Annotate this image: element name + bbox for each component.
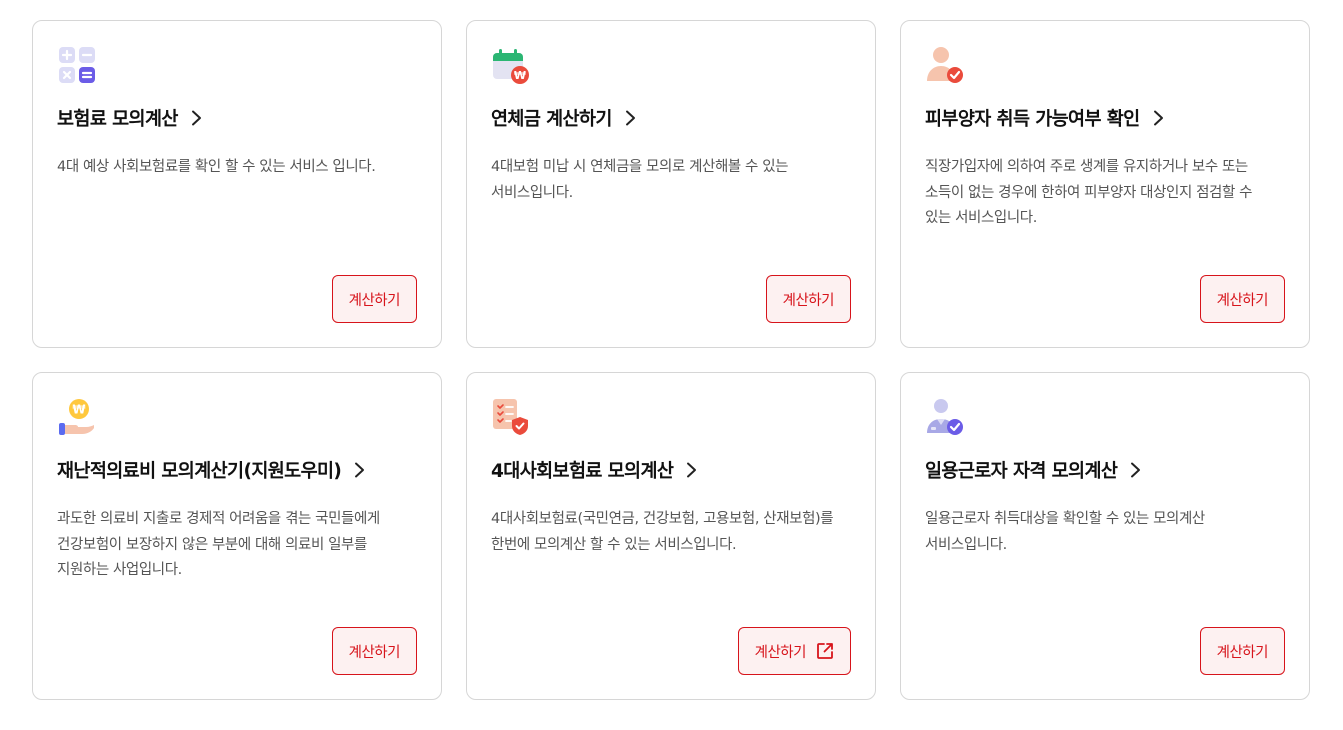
card-daily-worker-calc: 일용근로자 자격 모의계산 일용근로자 취득대상을 확인할 수 있는 모의계산 …: [900, 372, 1310, 700]
card-four-insurance-calc: 4대사회보험료 모의계산 4대사회보험료(국민연금, 건강보험, 고용보험, 산…: [466, 372, 876, 700]
chevron-right-icon: [1153, 110, 1163, 126]
service-card-grid: 보험료 모의계산 4대 예상 사회보험료를 확인 할 수 있는 서비스 입니다.…: [32, 20, 1310, 700]
card-title: 4대사회보험료 모의계산: [491, 461, 674, 482]
svg-text:₩: ₩: [514, 69, 526, 82]
card-description: 4대 예상 사회보험료를 확인 할 수 있는 서비스 입니다.: [57, 159, 376, 175]
card-title: 보험료 모의계산: [57, 109, 178, 130]
card-description: 4대보험 미납 시 연체금을 모의로 계산해볼 수 있는 서비스입니다.: [491, 159, 789, 201]
card-description: 4대사회보험료(국민연금, 건강보험, 고용보험, 산재보험)를 한번에 모의계…: [491, 511, 834, 553]
calculate-button-label: 계산하기: [782, 292, 835, 309]
calculate-external-button[interactable]: 계산하기: [737, 627, 851, 675]
calculate-button[interactable]: 계산하기: [1199, 275, 1285, 323]
card-title-link[interactable]: 연체금 계산하기: [491, 105, 851, 131]
external-link-icon: [817, 643, 833, 659]
calculate-button-label: 계산하기: [754, 644, 807, 661]
svg-text:₩: ₩: [72, 403, 86, 417]
chevron-right-icon: [355, 462, 365, 478]
chevron-right-icon: [1131, 462, 1141, 478]
calculate-button[interactable]: 계산하기: [331, 627, 417, 675]
card-description: 일용근로자 취득대상을 확인할 수 있는 모의계산 서비스입니다.: [925, 511, 1205, 553]
chevron-right-icon: [625, 110, 635, 126]
card-title: 연체금 계산하기: [491, 109, 612, 130]
card-dependent-check: 피부양자 취득 가능여부 확인 직장가입자에 의하여 주로 생계를 유지하거나 …: [900, 20, 1310, 348]
card-title-link[interactable]: 보험료 모의계산: [57, 105, 417, 131]
card-title: 일용근로자 자격 모의계산: [925, 461, 1118, 482]
chevron-right-icon: [687, 462, 697, 478]
calendar-won-icon: ₩: [493, 49, 529, 84]
person-check-icon: [927, 47, 963, 83]
card-premium-calc: 보험료 모의계산 4대 예상 사회보험료를 확인 할 수 있는 서비스 입니다.…: [32, 20, 442, 348]
document-shield-icon: [493, 399, 528, 435]
calculator-icon: [59, 47, 95, 83]
card-title-link[interactable]: 일용근로자 자격 모의계산: [925, 457, 1285, 483]
calculate-button-label: 계산하기: [1216, 644, 1269, 661]
card-title-link[interactable]: 피부양자 취득 가능여부 확인: [925, 105, 1285, 131]
card-title-link[interactable]: 재난적의료비 모의계산기(지원도우미): [57, 457, 417, 483]
card-title: 피부양자 취득 가능여부 확인: [925, 109, 1140, 130]
card-description: 직장가입자에 의하여 주로 생계를 유지하거나 보수 또는 소득이 없는 경우에…: [925, 159, 1253, 226]
calculate-button-label: 계산하기: [348, 292, 401, 309]
hand-coin-icon: ₩: [59, 399, 94, 435]
calculate-button[interactable]: 계산하기: [765, 275, 851, 323]
calculate-button[interactable]: 계산하기: [1199, 627, 1285, 675]
calculate-button-label: 계산하기: [348, 644, 401, 661]
card-title: 재난적의료비 모의계산기(지원도우미): [57, 461, 342, 482]
chevron-right-icon: [191, 110, 201, 126]
calculate-button[interactable]: 계산하기: [331, 275, 417, 323]
card-description: 과도한 의료비 지출로 경제적 어려움을 겪는 국민들에게 건강보험이 보장하지…: [57, 511, 380, 578]
calculate-button-label: 계산하기: [1216, 292, 1269, 309]
card-title-link[interactable]: 4대사회보험료 모의계산: [491, 457, 851, 483]
worker-check-icon: [927, 399, 963, 435]
card-late-fee-calc: ₩ 연체금 계산하기 4대보험 미납 시 연체금을 모의로 계산해볼 수 있는 …: [466, 20, 876, 348]
card-catastrophic-medical-calc: ₩ 재난적의료비 모의계산기(지원도우미) 과도한 의료비 지출로 경제적 어려…: [32, 372, 442, 700]
